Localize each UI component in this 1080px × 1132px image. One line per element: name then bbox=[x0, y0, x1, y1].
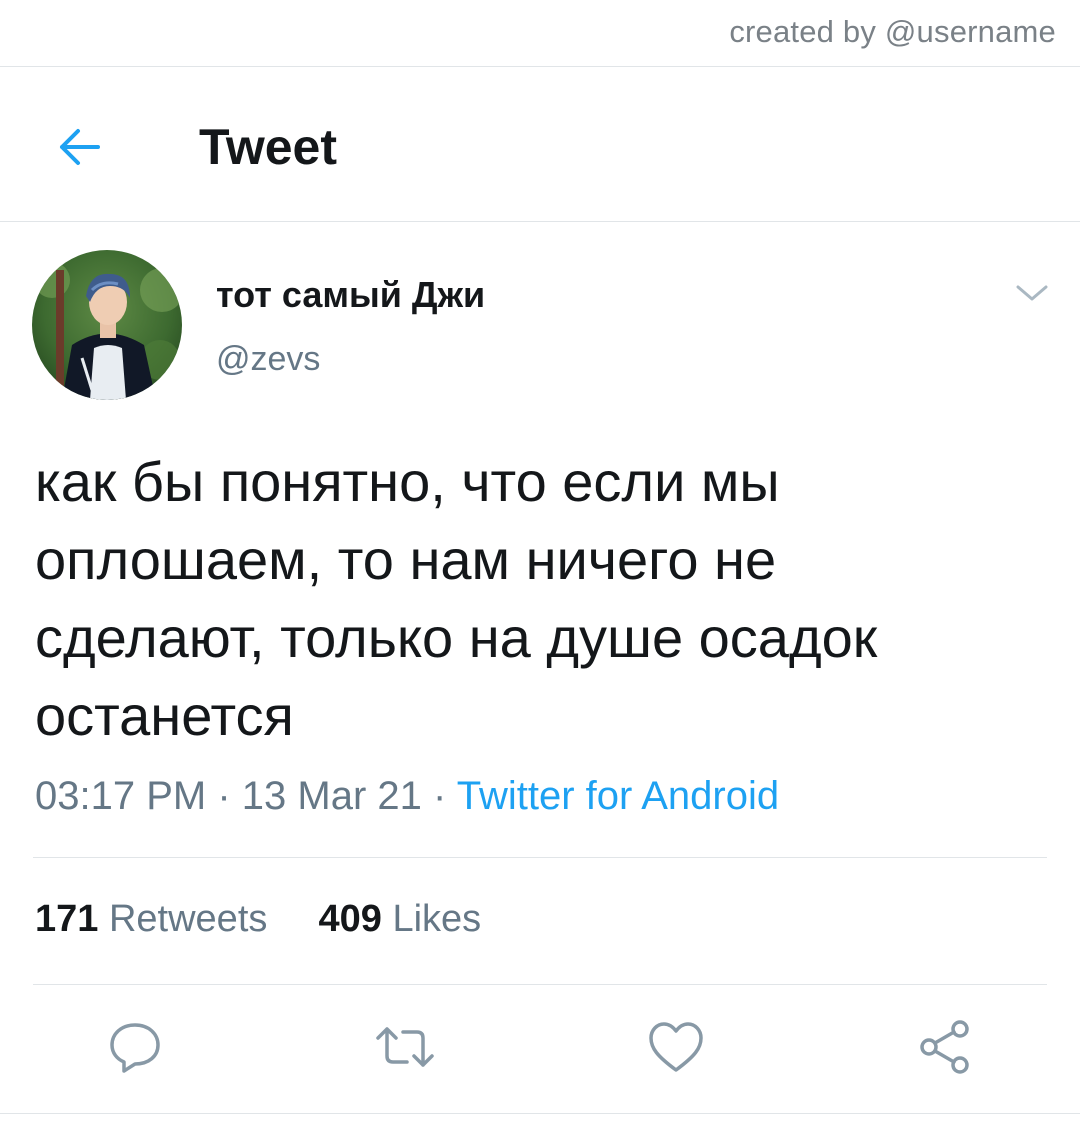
header-divider bbox=[0, 221, 1080, 222]
retweets-stat[interactable]: 171 Retweets bbox=[35, 898, 267, 940]
tweet-meta: 03:17 PM · 13 Mar 21 · Twitter for Andro… bbox=[35, 774, 779, 819]
retweet-button[interactable] bbox=[372, 1014, 438, 1080]
more-options-button[interactable] bbox=[1010, 276, 1054, 310]
retweets-count: 171 bbox=[35, 898, 99, 940]
back-button[interactable] bbox=[48, 120, 108, 174]
meta-divider bbox=[33, 857, 1047, 858]
share-icon bbox=[920, 1020, 969, 1074]
user-handle[interactable]: @zevs bbox=[216, 340, 320, 379]
meta-separator: · bbox=[217, 774, 231, 818]
tweet-time: 03:17 PM bbox=[35, 774, 207, 818]
arrow-left-icon bbox=[60, 129, 100, 165]
profile-photo bbox=[32, 250, 182, 400]
watermark-text: created by @username bbox=[729, 14, 1056, 49]
retweet-icon bbox=[376, 1027, 434, 1067]
like-button[interactable] bbox=[643, 1014, 709, 1080]
meta-separator: · bbox=[433, 774, 447, 818]
tweet-date: 13 Mar 21 bbox=[241, 774, 422, 818]
page-title: Tweet bbox=[199, 119, 337, 175]
reply-icon bbox=[110, 1023, 160, 1073]
tweet-stats: 171 Retweets 409 Likes bbox=[35, 898, 481, 941]
likes-count: 409 bbox=[318, 898, 382, 940]
tweet-source-link[interactable]: Twitter for Android bbox=[457, 774, 779, 818]
like-icon bbox=[649, 1022, 703, 1072]
tweet-text: как бы понятно, что если мы оплошаем, то… bbox=[35, 450, 878, 747]
retweets-label: Retweets bbox=[108, 898, 268, 940]
bottom-divider bbox=[0, 1113, 1080, 1114]
likes-stat[interactable]: 409 Likes bbox=[319, 898, 482, 940]
chevron-down-icon bbox=[1016, 285, 1048, 301]
avatar[interactable] bbox=[32, 250, 182, 400]
stats-divider bbox=[33, 984, 1047, 985]
share-button[interactable] bbox=[912, 1014, 978, 1080]
display-name[interactable]: тот самый Джи bbox=[216, 274, 485, 316]
likes-label: Likes bbox=[392, 898, 482, 940]
top-divider bbox=[0, 66, 1080, 67]
reply-button[interactable] bbox=[102, 1014, 168, 1080]
